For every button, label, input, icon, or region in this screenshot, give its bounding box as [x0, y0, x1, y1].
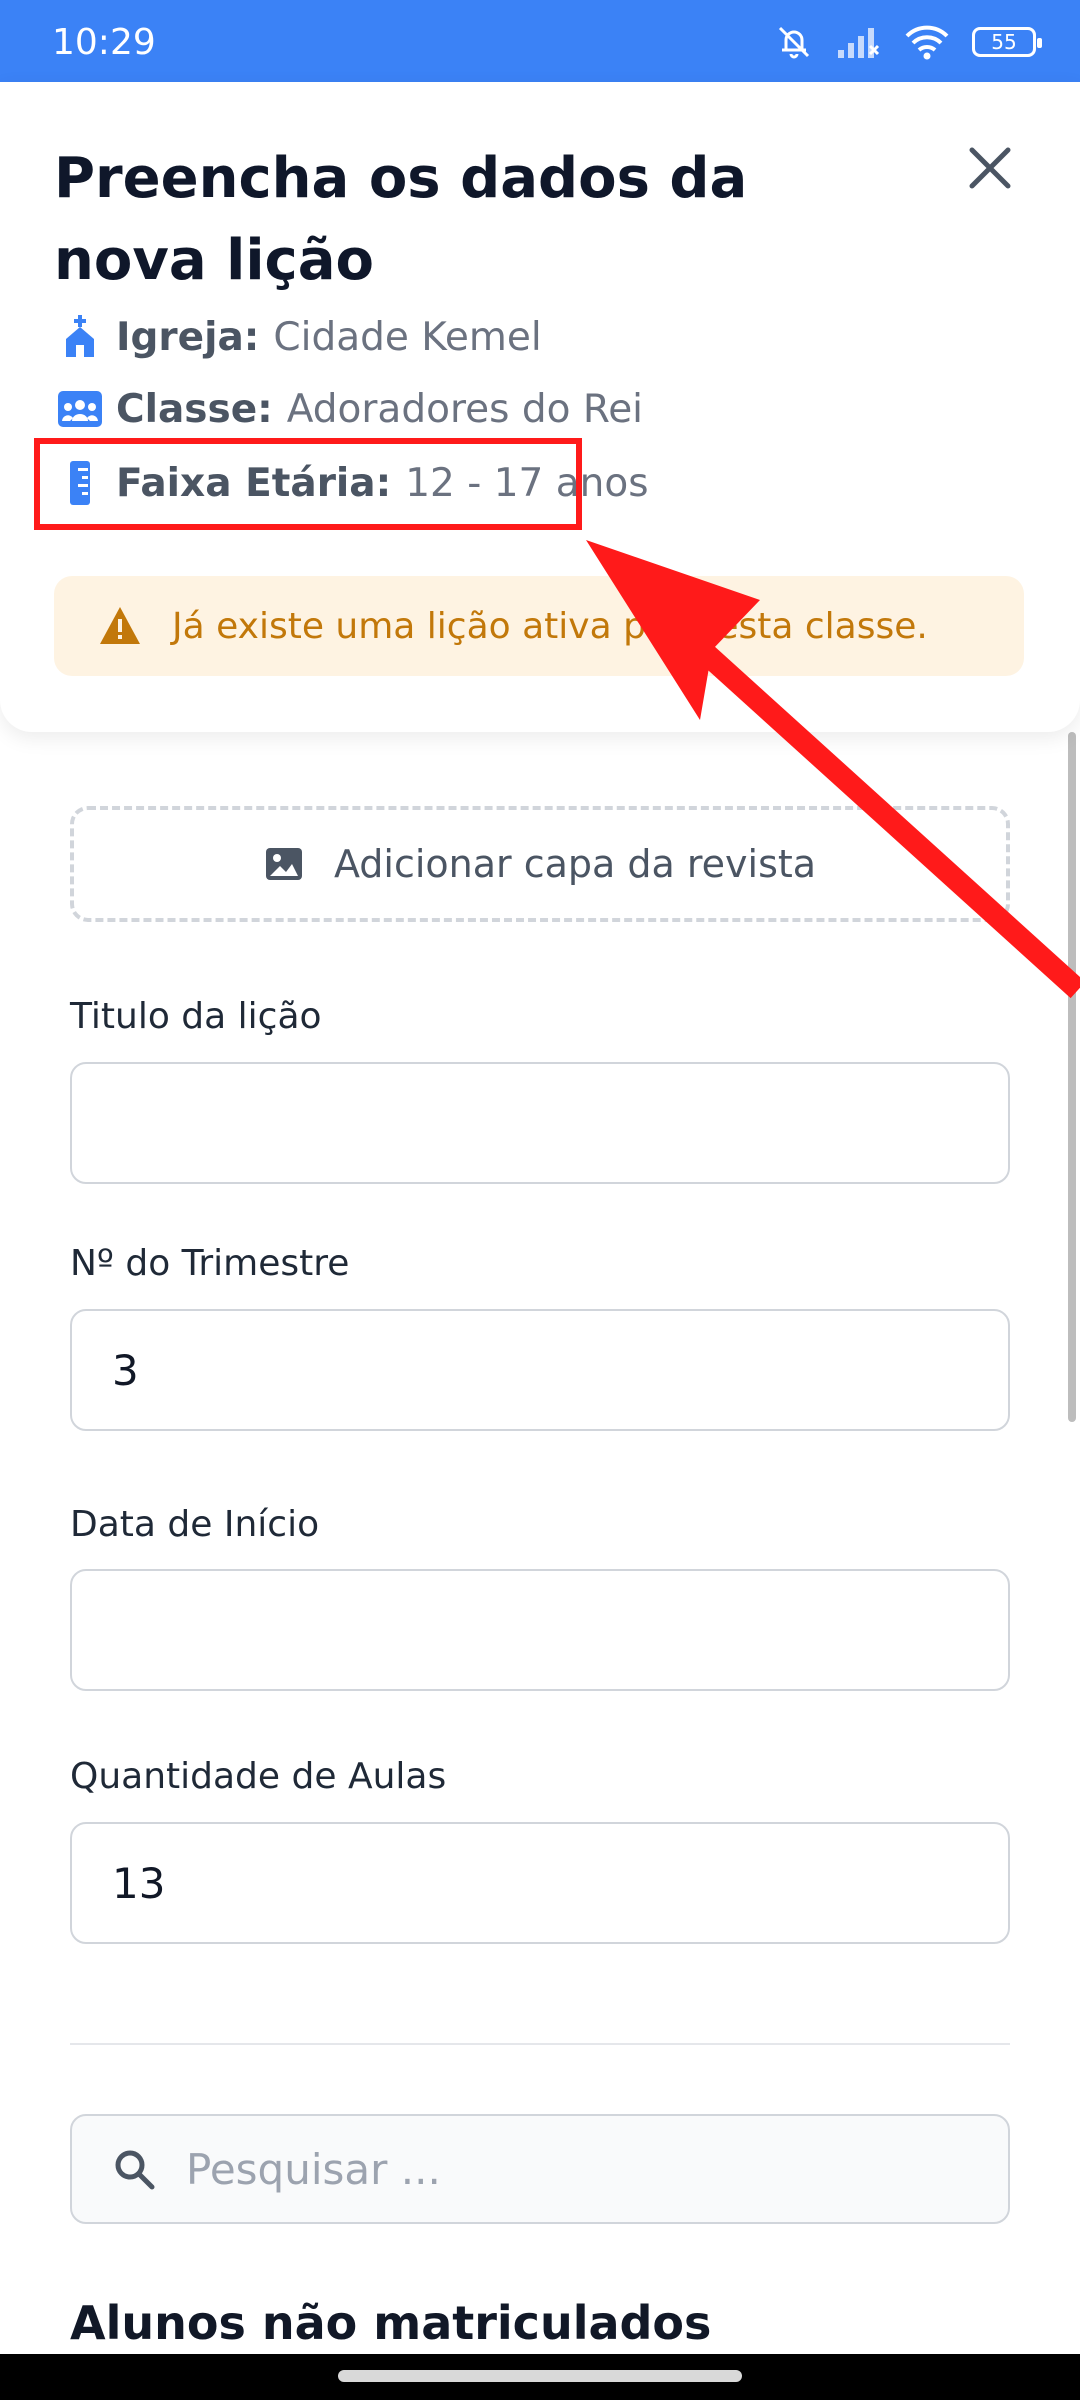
church-label: Igreja:	[116, 314, 260, 360]
image-icon	[265, 848, 302, 880]
lesson-header-card: Preencha os dados da nova lição Igreja: …	[0, 82, 1080, 732]
wifi-icon	[905, 25, 949, 60]
church-icon	[58, 315, 102, 359]
signal-icon	[838, 28, 880, 58]
active-lesson-alert: Já existe uma lição ativa para esta clas…	[54, 576, 1024, 676]
start-date-input[interactable]	[70, 1569, 1010, 1691]
close-icon	[969, 147, 1011, 189]
divider	[70, 2043, 1010, 2045]
battery-icon: 55	[972, 27, 1042, 57]
navigation-bar	[0, 2354, 1080, 2400]
lesson-count-label: Quantidade de Aulas	[70, 1756, 447, 1797]
search-icon	[115, 2150, 155, 2190]
users-icon	[58, 387, 102, 431]
status-icons: 55	[774, 22, 1042, 62]
annotation-highlight-box	[34, 438, 582, 530]
unenrolled-students-title: Alunos não matriculados	[70, 2296, 712, 2350]
search-input[interactable]: Pesquisar ...	[70, 2114, 1010, 2224]
battery-level: 55	[991, 30, 1017, 54]
close-button[interactable]	[960, 138, 1020, 198]
status-bar: 10:29 55	[0, 0, 1080, 82]
lesson-title-input[interactable]	[70, 1062, 1010, 1184]
church-value: Cidade Kemel	[273, 314, 542, 360]
lesson-count-input[interactable]: 13	[70, 1822, 1010, 1944]
class-label: Classe:	[116, 386, 273, 432]
status-time: 10:29	[52, 22, 156, 63]
alert-text: Já existe uma lição ativa para esta clas…	[172, 605, 928, 647]
search-placeholder: Pesquisar ...	[186, 2144, 441, 2194]
add-cover-button[interactable]: Adicionar capa da revista	[70, 806, 1010, 922]
lesson-title-label: Titulo da lição	[70, 996, 322, 1037]
quarter-number-input[interactable]: 3	[70, 1309, 1010, 1431]
page-title: Preencha os dados da nova lição	[54, 146, 748, 293]
add-cover-label: Adicionar capa da revista	[333, 842, 817, 886]
scrollbar[interactable]	[1068, 732, 1076, 1422]
mute-bell-icon	[778, 26, 810, 59]
start-date-label: Data de Início	[70, 1504, 320, 1545]
warning-icon	[100, 607, 140, 644]
class-value: Adoradores do Rei	[286, 386, 644, 432]
info-church: Igreja: Cidade Kemel	[58, 312, 542, 362]
quarter-number-label: Nº do Trimestre	[70, 1243, 350, 1284]
info-class: Classe: Adoradores do Rei	[58, 384, 643, 434]
home-gesture-handle[interactable]	[338, 2370, 742, 2382]
